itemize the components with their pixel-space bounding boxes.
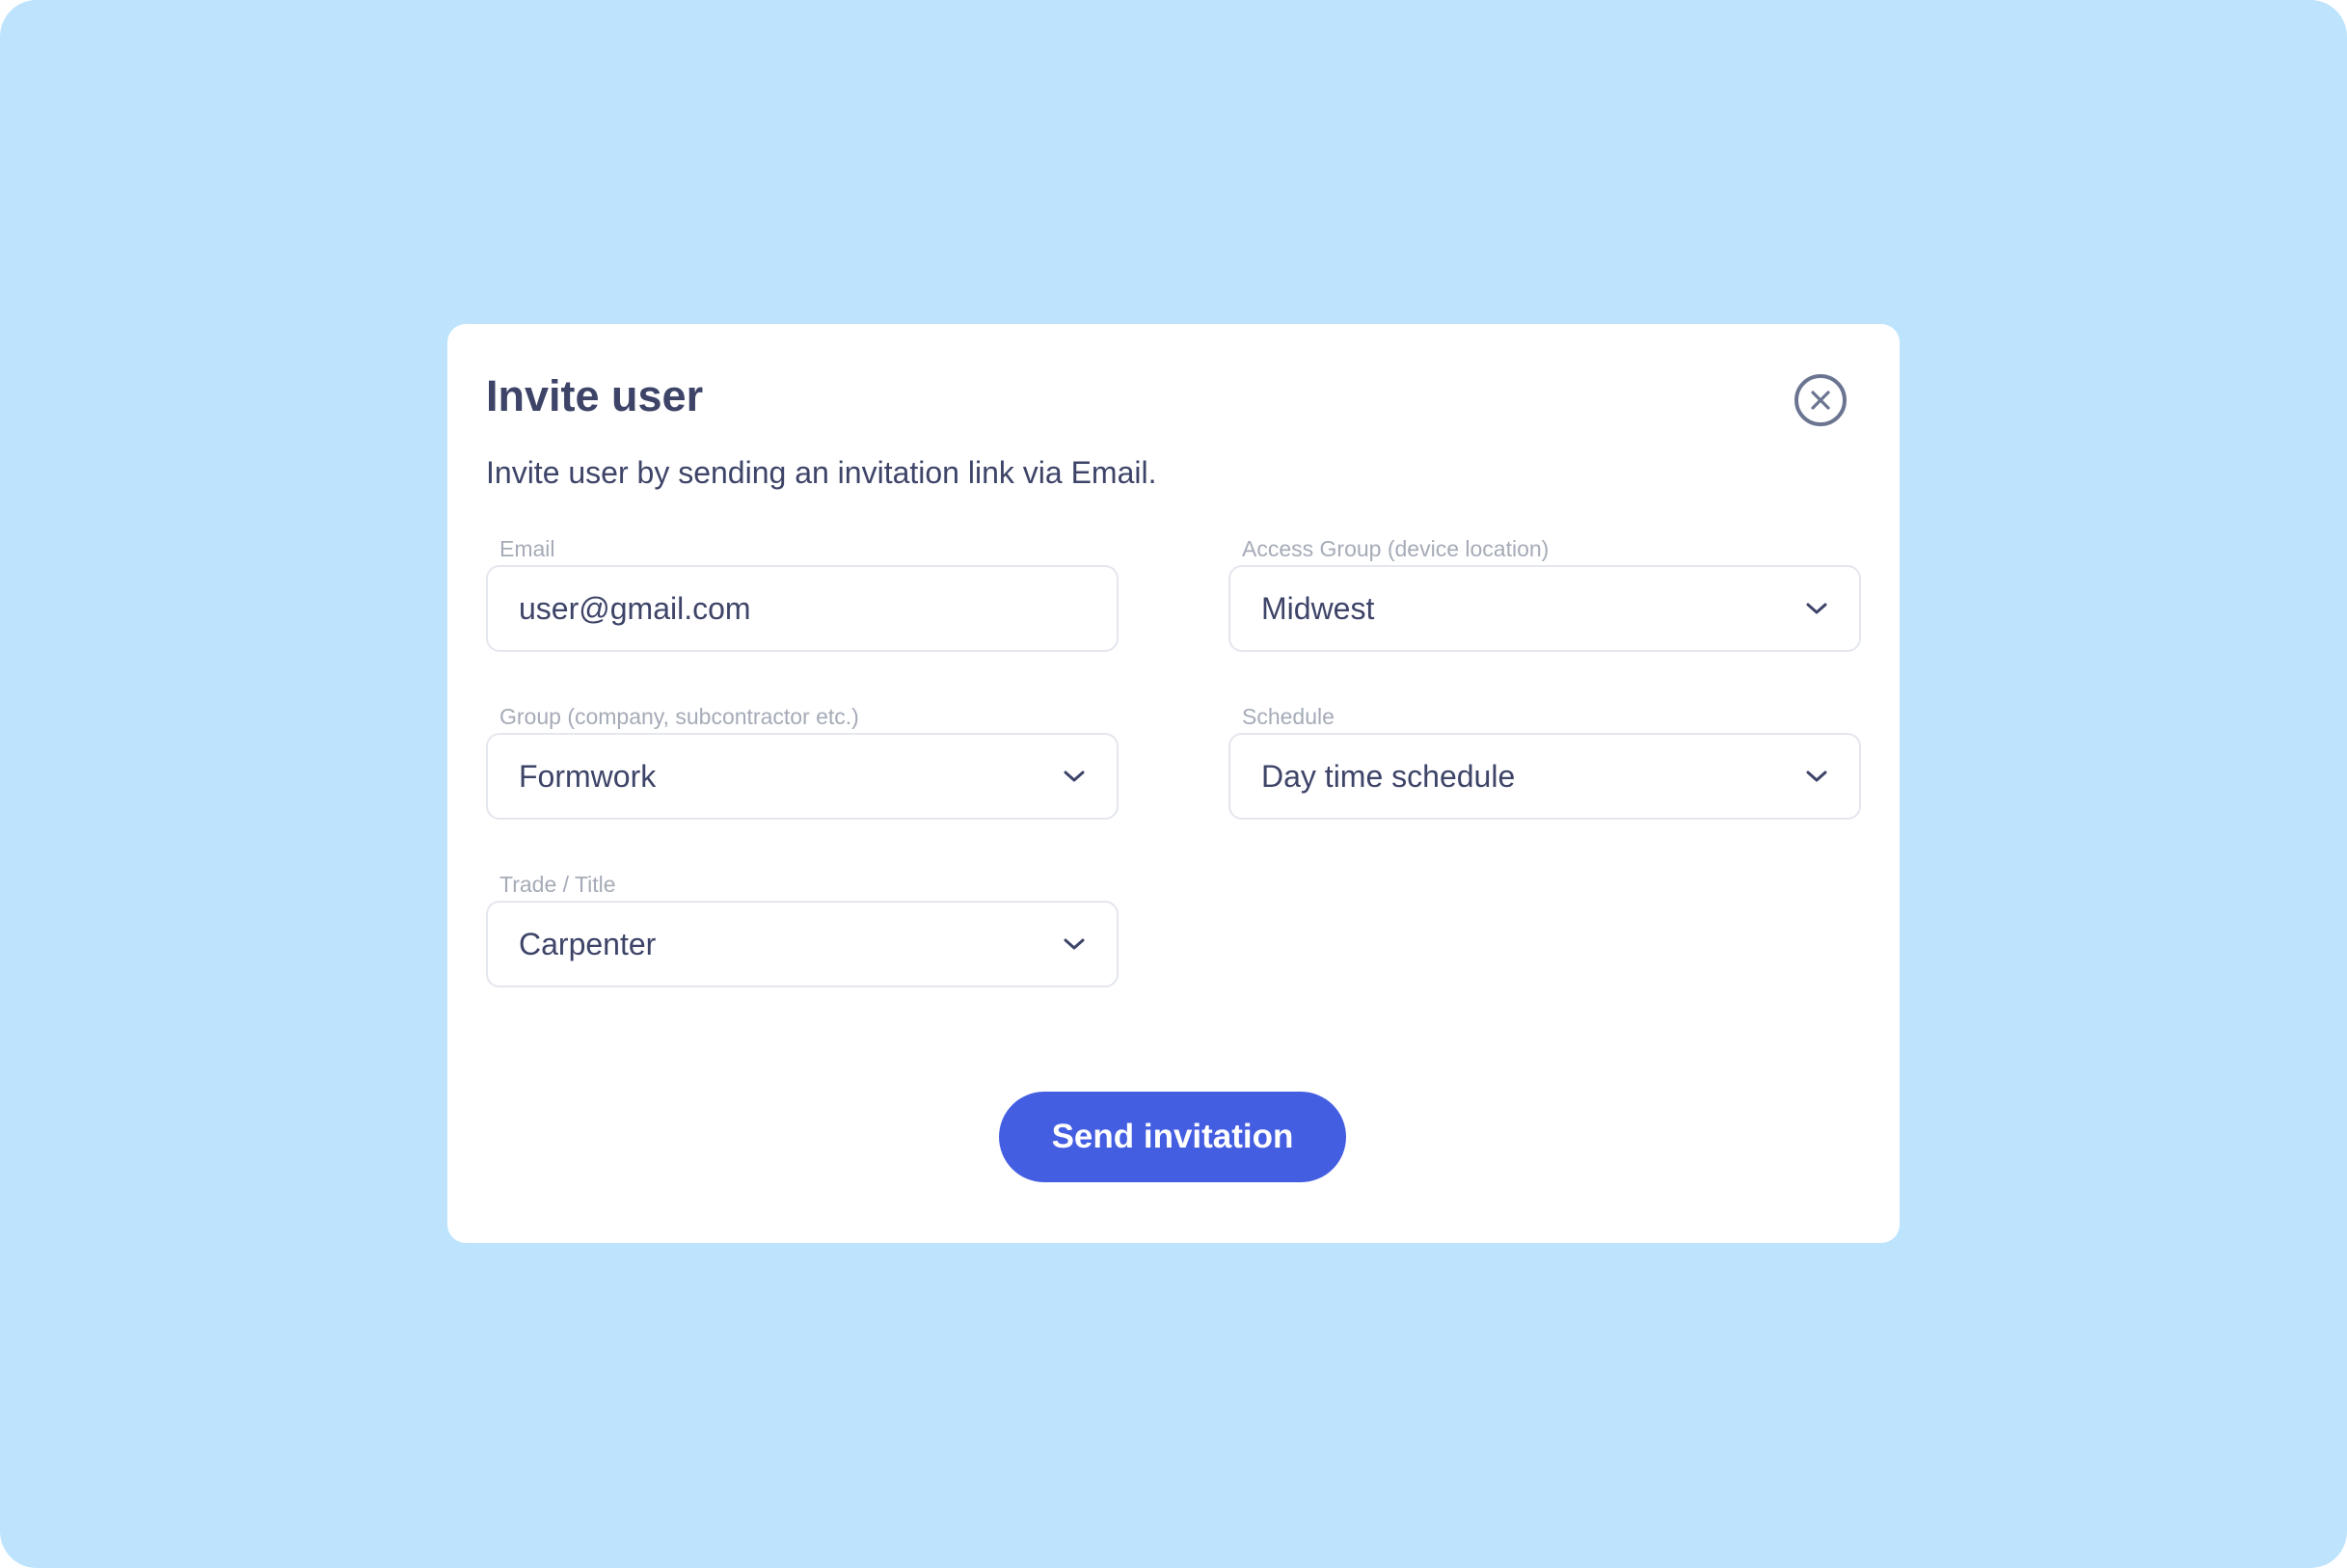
group-value: Formwork [519,758,657,794]
schedule-value: Day time schedule [1261,758,1516,794]
schedule-field-group: Schedule Day time schedule [1228,706,1861,820]
access-group-label: Access Group (device location) [1242,536,1550,561]
group-select[interactable]: Formwork [486,733,1119,820]
trade-select[interactable]: Carpenter [486,901,1119,987]
dialog-subtitle: Invite user by sending an invitation lin… [486,455,1157,490]
trade-field-group: Trade / Title Carpenter [486,874,1119,987]
schedule-select[interactable]: Day time schedule [1228,733,1861,820]
dialog-title: Invite user [486,371,704,420]
chevron-down-icon [1063,937,1086,951]
email-label: Email [499,536,555,561]
access-group-field-group: Access Group (device location) Midwest [1228,538,1861,652]
invite-user-dialog: Invite user Invite user by sending an in… [447,324,1900,1243]
send-invitation-button[interactable]: Send invitation [999,1092,1346,1182]
group-label: Group (company, subcontractor etc.) [499,704,859,729]
schedule-label: Schedule [1242,704,1335,729]
close-icon [1811,391,1830,410]
access-group-value: Midwest [1261,590,1375,626]
close-button[interactable] [1794,374,1847,426]
email-value: user@gmail.com [519,590,751,626]
group-field-group: Group (company, subcontractor etc.) Form… [486,706,1119,820]
chevron-down-icon [1063,770,1086,783]
chevron-down-icon [1805,770,1828,783]
email-field-group: Email user@gmail.com [486,538,1119,652]
chevron-down-icon [1805,602,1828,615]
trade-value: Carpenter [519,926,657,961]
email-field[interactable]: user@gmail.com [486,565,1119,652]
access-group-select[interactable]: Midwest [1228,565,1861,652]
trade-label: Trade / Title [499,872,616,897]
page-background: Invite user Invite user by sending an in… [0,0,2347,1568]
